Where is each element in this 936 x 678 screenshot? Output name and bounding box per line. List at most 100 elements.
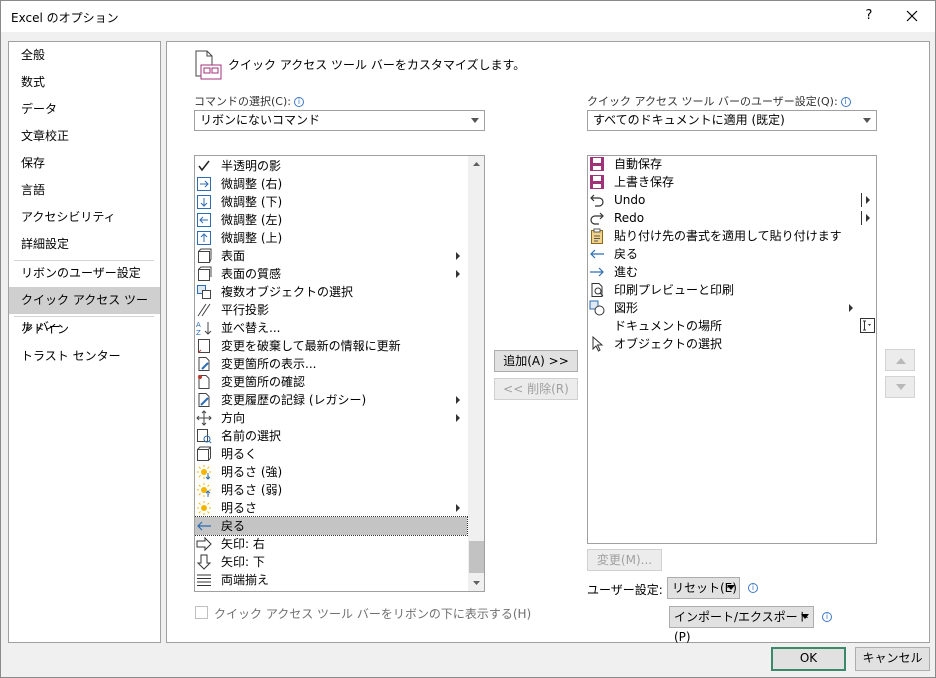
- move-down-button[interactable]: [885, 376, 915, 398]
- left-list-item[interactable]: 表面の質感: [195, 265, 467, 283]
- import-export-button[interactable]: インポート/エクスポート(P): [669, 606, 814, 644]
- nudge-up-icon: [197, 231, 211, 245]
- remove-button[interactable]: << 削除(R): [494, 378, 578, 400]
- left-list-item[interactable]: 微調整 (上): [195, 229, 467, 247]
- left-list-item[interactable]: 方向: [195, 409, 467, 427]
- commands-dropdown[interactable]: リボンにないコマンド: [194, 110, 485, 131]
- nav-item-accessibility[interactable]: アクセシビリティ: [9, 204, 160, 231]
- left-list-item[interactable]: 戻る: [195, 516, 468, 536]
- left-list-item-label: 明るさ: [221, 501, 258, 515]
- right-list-item[interactable]: Undo: [588, 191, 876, 209]
- info-icon[interactable]: i: [822, 612, 832, 622]
- left-list-item[interactable]: 変更箇所の表示...: [195, 355, 467, 373]
- left-list-item[interactable]: 複数オブジェクトの選択: [195, 283, 467, 301]
- sort-icon: AZ: [196, 321, 212, 336]
- chevron-down-icon: [863, 118, 871, 123]
- right-list-item[interactable]: 戻る: [588, 245, 876, 263]
- right-list-item[interactable]: ドキュメントの場所: [588, 317, 876, 335]
- scroll-up-button[interactable]: [468, 156, 484, 173]
- left-list-item-label: 名前の選択: [221, 429, 282, 443]
- brightness-strong-icon: [197, 465, 211, 480]
- right-list-item[interactable]: 上書き保存: [588, 173, 876, 191]
- left-list-item[interactable]: 明るく: [195, 445, 467, 463]
- right-list-item[interactable]: 図形: [588, 299, 876, 317]
- add-button[interactable]: 追加(A) >>: [494, 350, 578, 372]
- left-list-item[interactable]: 変更を破棄して最新の情報に更新: [195, 337, 467, 355]
- nav-item-general[interactable]: 全般: [9, 42, 160, 69]
- nudge-down-icon: [197, 195, 211, 209]
- nav-item-language[interactable]: 言語: [9, 177, 160, 204]
- nav-item-formulas[interactable]: 数式: [9, 69, 160, 96]
- nav-item-proofing[interactable]: 文章校正: [9, 123, 160, 150]
- commands-list-scrollbar[interactable]: [468, 156, 484, 591]
- info-icon[interactable]: i: [293, 97, 304, 107]
- right-list-item[interactable]: 自動保存: [588, 156, 876, 173]
- right-list-item[interactable]: 貼り付け先の書式を適用して貼り付けます: [588, 227, 876, 245]
- info-icon[interactable]: i: [748, 583, 758, 593]
- nav-item-customize-ribbon[interactable]: リボンのユーザー設定: [9, 260, 160, 287]
- commands-label: コマンドの選択(C): i: [194, 93, 304, 109]
- reset-button[interactable]: リセット(E): [667, 577, 740, 599]
- left-list-item-label: 変更を破棄して最新の情報に更新: [221, 339, 401, 353]
- left-list-item[interactable]: 明るさ: [195, 499, 467, 517]
- scroll-thumb[interactable]: [469, 541, 484, 573]
- submenu-arrow-icon: [849, 304, 853, 312]
- left-list-item[interactable]: 微調整 (下): [195, 193, 467, 211]
- right-list-item[interactable]: 印刷プレビューと印刷: [588, 281, 876, 299]
- scroll-down-button[interactable]: [468, 574, 484, 591]
- qat-scope-dropdown[interactable]: すべてのドキュメントに適用 (既定): [587, 110, 877, 131]
- submenu-arrow-icon: [456, 414, 460, 422]
- submenu-arrow-icon: [456, 270, 460, 278]
- info-icon[interactable]: i: [840, 97, 851, 107]
- commands-list[interactable]: 半透明の影 微調整 (右) 微調整 (下) 微調整 (左) 微調整 (上) 表面 表面の質感…: [194, 155, 485, 592]
- left-list-item[interactable]: 両端揃え: [195, 571, 467, 589]
- submenu-arrow-icon: [456, 504, 460, 512]
- nav-item-advanced[interactable]: 詳細設定: [9, 231, 160, 258]
- help-button[interactable]: ?: [857, 5, 881, 27]
- right-list-item[interactable]: オブジェクトの選択: [588, 335, 876, 353]
- left-list-item[interactable]: 平行投影: [195, 301, 467, 319]
- left-list-item[interactable]: 明るさ (弱): [195, 481, 467, 499]
- dialog-title: Excel のオプション: [11, 11, 119, 25]
- cancel-button[interactable]: キャンセル: [855, 647, 930, 671]
- qat-list[interactable]: 自動保存 上書き保存 Undo Redo 貼り付け先の書式を適用して貼り付けます戻る 進む…: [587, 155, 877, 544]
- redo-icon: [590, 212, 604, 225]
- ok-button[interactable]: OK: [771, 647, 846, 671]
- left-list-item[interactable]: 半透明の影: [195, 157, 467, 175]
- nav-item-addins[interactable]: アドイン: [9, 316, 160, 343]
- left-list-item-label: 微調整 (上): [221, 231, 283, 245]
- left-list-item[interactable]: 矢印: 下: [195, 553, 467, 571]
- right-list-item-label: 貼り付け先の書式を適用して貼り付けます: [614, 229, 842, 243]
- left-list-item-label: 微調整 (左): [221, 213, 283, 227]
- show-below-ribbon-checkbox[interactable]: [195, 606, 208, 619]
- left-list-item[interactable]: 名前の選択: [195, 427, 467, 445]
- nav-item-trust-center[interactable]: トラスト センター: [9, 343, 160, 370]
- move-up-button[interactable]: [885, 349, 915, 371]
- right-list-item-label: Redo: [614, 211, 645, 225]
- right-list-item[interactable]: Redo: [588, 209, 876, 227]
- nav-item-quick-access[interactable]: クイック アクセス ツール バー: [9, 287, 160, 334]
- right-list-item-label: 図形: [614, 301, 639, 315]
- left-list-item[interactable]: 変更箇所の確認: [195, 373, 467, 391]
- close-button[interactable]: [897, 3, 927, 29]
- category-nav: 全般 数式 データ 文章校正 保存 言語 アクセシビリティ 詳細設定 リボンのユ…: [8, 41, 161, 643]
- paste-icon: [591, 228, 603, 244]
- nav-item-save[interactable]: 保存: [9, 150, 160, 177]
- svg-text:A: A: [196, 321, 201, 329]
- review-changes-icon: [198, 375, 210, 389]
- left-list-item[interactable]: 微調整 (右): [195, 175, 467, 193]
- left-list-item[interactable]: 矢印: 右: [195, 535, 467, 553]
- nav-item-data[interactable]: データ: [9, 96, 160, 123]
- left-list-item[interactable]: 微調整 (左): [195, 211, 467, 229]
- left-list-item[interactable]: 表面: [195, 247, 467, 265]
- split-divider: [861, 211, 862, 225]
- left-list-item[interactable]: 明るさ (強): [195, 463, 467, 481]
- left-list-item-label: 変更履歴の記録 (レガシー): [221, 393, 367, 407]
- left-list-item-label: 明るさ (強): [221, 465, 283, 479]
- modify-button[interactable]: 変更(M)...: [587, 549, 662, 571]
- left-list-item[interactable]: A Z 並べ替え...: [195, 319, 467, 337]
- left-list-item[interactable]: 変更履歴の記録 (レガシー): [195, 391, 467, 409]
- right-list-item[interactable]: 進む: [588, 263, 876, 281]
- combo-box-icon: [860, 318, 875, 333]
- right-list-item-label: ドキュメントの場所: [614, 319, 723, 333]
